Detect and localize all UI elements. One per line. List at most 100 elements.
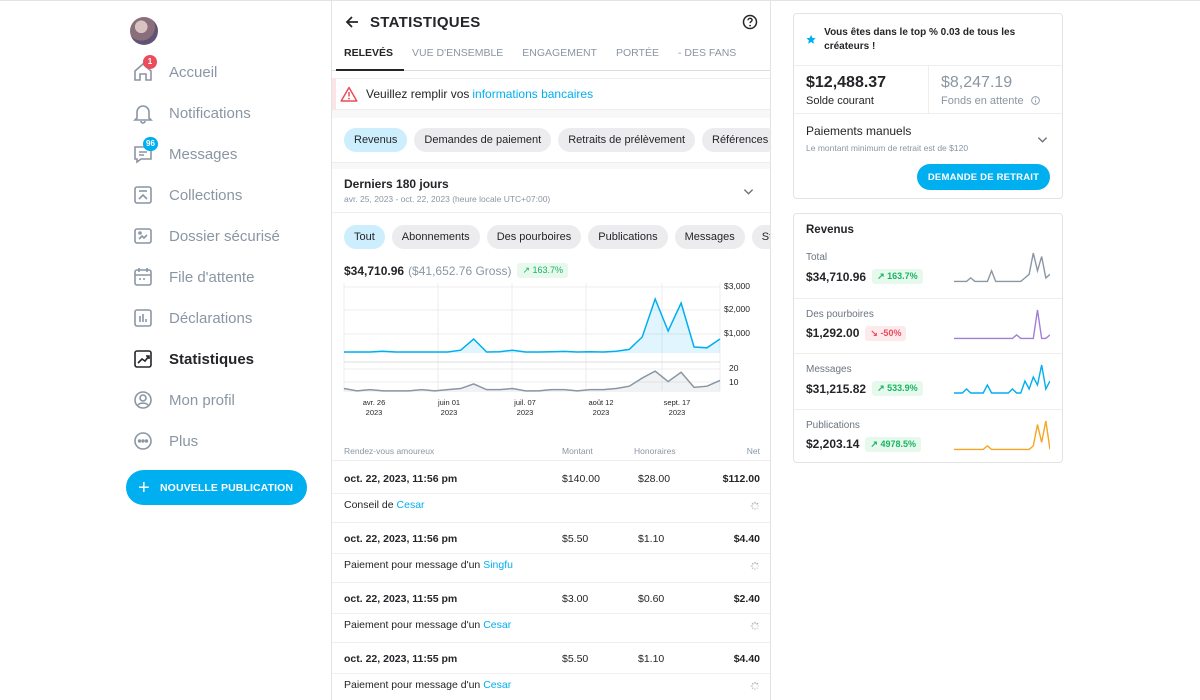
filter-chip-5[interactable]: Streams: [751, 225, 770, 249]
vault-icon: [132, 225, 154, 247]
manual-payments[interactable]: Paiements manuels Le montant minimum de …: [794, 114, 1062, 163]
filter-chip-2[interactable]: Des pourboires: [486, 225, 582, 249]
sparkline-line: [954, 252, 1050, 283]
x-tick-year: 2023: [593, 408, 610, 417]
stats-icon: [132, 348, 154, 370]
sidebar-item-collections[interactable]: Collections: [132, 181, 242, 209]
sidebar-item-accueil[interactable]: 1 Accueil: [132, 55, 217, 86]
alert-text: Veuillez remplir vos: [366, 87, 470, 101]
filter-chip-1[interactable]: Abonnements: [391, 225, 480, 249]
info-icon[interactable]: [1030, 96, 1040, 105]
tx-date: oct. 22, 2023, 11:56 pm: [344, 473, 458, 485]
help-icon[interactable]: [742, 14, 758, 30]
filter-chips: Tout Abonnements Des pourboires Publication…: [332, 213, 770, 249]
divider: [332, 110, 770, 118]
more-icon: [132, 430, 154, 452]
chevron-down-icon: [1037, 137, 1048, 143]
tx-date: oct. 22, 2023, 11:56 pm: [344, 533, 458, 545]
back-arrow-icon[interactable]: [344, 14, 360, 30]
tx-user-link[interactable]: Cesar: [397, 499, 425, 511]
category-chip-2[interactable]: Retraits de prélèvement: [558, 128, 695, 152]
tab-4[interactable]: - DES FANS: [670, 43, 747, 70]
period-selector[interactable]: Derniers 180 jours avr. 25, 2023 - oct. …: [332, 169, 770, 213]
x-tick-label: juin 01: [437, 398, 460, 407]
pending-balance-value: $8,247.19: [941, 74, 1013, 91]
revenue-row[interactable]: Messages $31,215.82 ↗ 533.9%: [794, 353, 1062, 409]
sidebar-item-label: Statistiques: [169, 350, 255, 368]
sidebar-item-label: Notifications: [169, 104, 251, 122]
avatar[interactable]: [130, 17, 158, 45]
x-tick-label: avr. 26: [363, 398, 386, 407]
revenue-row[interactable]: Des pourboires $1,292.00 ↘ -50%: [794, 297, 1062, 354]
sidebar-item-file-d-attente[interactable]: File d'attente: [132, 263, 254, 291]
sidebar-item-notifications[interactable]: Notifications: [132, 99, 251, 127]
sidebar-item-mon-profil[interactable]: Mon profil: [132, 386, 235, 414]
manual-payments-note: Le montant minimum de retrait est de $12…: [806, 143, 969, 153]
change-badge: ↗ 163.7%: [872, 269, 923, 284]
table-row[interactable]: oct. 22, 2023, 11:56 pm $140.00 $28.00 $…: [332, 463, 770, 523]
sidebar: 1 Accueil Notifications 96 Messages Colle…: [126, 1, 326, 700]
pending-status-icon: [750, 621, 760, 631]
table-header: Rendez-vous amoureux Montant Honoraires …: [332, 441, 770, 461]
sidebar-item-dossier-sécurisé[interactable]: Dossier sécurisé: [132, 222, 280, 250]
home-icon: 1: [132, 55, 157, 83]
summary-line: $34,710.96 ($41,652.76 Gross) ↗ 163.7%: [332, 249, 770, 278]
table-row[interactable]: oct. 22, 2023, 11:55 pm $5.50 $1.10 $4.4…: [332, 643, 770, 700]
tx-net: $4.40: [733, 653, 760, 665]
category-chip-1[interactable]: Demandes de paiement: [414, 128, 552, 152]
new-post-button[interactable]: + NOUVELLE PUBLICATION: [126, 470, 307, 505]
top-creator-text: Vous êtes dans le top % 0.03 de tous les…: [824, 26, 1016, 52]
tx-date: oct. 22, 2023, 11:55 pm: [344, 653, 458, 665]
sparkline-line: [954, 364, 1050, 394]
tx-amount: $140.00: [562, 473, 600, 485]
change-value: 533.9%: [887, 383, 918, 393]
tab-3[interactable]: PORTÉE: [608, 43, 670, 70]
tx-user-link[interactable]: Singfu: [483, 559, 513, 571]
sidebar-item-messages[interactable]: 96 Messages: [132, 137, 237, 168]
page-title: STATISTIQUES: [370, 13, 481, 31]
sidebar-item-plus[interactable]: Plus: [132, 427, 198, 455]
table-row[interactable]: oct. 22, 2023, 11:55 pm $3.00 $0.60 $2.4…: [332, 583, 770, 643]
series-area: [344, 299, 720, 353]
revenue-value: $31,215.82: [806, 381, 867, 396]
tab-0[interactable]: RELEVÉS: [336, 43, 405, 71]
tab-2[interactable]: ENGAGEMENT: [514, 43, 608, 70]
withdraw-request-button[interactable]: DEMANDE DE RETRAIT: [917, 164, 1050, 190]
tab-1[interactable]: VUE D'ENSEMBLE: [404, 43, 514, 70]
pending-balance: $8,247.19 Fonds en attente: [928, 66, 1062, 113]
filter-chip-4[interactable]: Messages: [674, 225, 745, 249]
star-icon: [806, 34, 816, 44]
pending-label-text: Fonds en attente: [941, 95, 1024, 107]
divider: [332, 553, 770, 554]
sparkline: [954, 252, 1050, 283]
tx-net: $112.00: [722, 473, 760, 485]
calendar-icon: [132, 266, 154, 288]
tx-amount: $3.00: [562, 593, 589, 605]
pending-status-icon: [750, 561, 760, 571]
period-title: Derniers 180 jours: [344, 177, 449, 191]
tx-user-link[interactable]: Cesar: [483, 619, 511, 631]
bank-info-link[interactable]: informations bancaires: [472, 87, 593, 101]
sparkline: [954, 420, 1050, 450]
sparkline-line: [954, 309, 1050, 339]
statistics-panel: STATISTIQUES RELEVÉS VUE D'ENSEMBLE ENGAGE…: [331, 1, 771, 700]
revenue-row[interactable]: Total $34,710.96 ↗ 163.7%: [794, 242, 1062, 298]
category-chip-0[interactable]: Revenus: [344, 128, 408, 152]
filter-chip-0[interactable]: Tout: [344, 225, 385, 249]
sidebar-item-déclarations[interactable]: Déclarations: [132, 304, 252, 332]
profile-icon: [132, 389, 154, 411]
filter-chip-3[interactable]: Publications: [588, 225, 668, 249]
revenue-row[interactable]: Publications $2,203.14 ↗ 4978.5%: [794, 408, 1062, 465]
message-icon: 96: [132, 137, 158, 165]
y-tick-label: $3,000: [724, 281, 750, 291]
tx-user-link[interactable]: Cesar: [483, 679, 511, 691]
category-chips: Revenus Demandes de paiement Retraits de p…: [332, 118, 770, 163]
bell-icon: [132, 102, 154, 124]
divider: [332, 493, 770, 494]
category-chip-3[interactable]: Références: [702, 128, 770, 152]
sidebar-item-statistiques[interactable]: Statistiques: [132, 345, 254, 373]
table-row[interactable]: oct. 22, 2023, 11:56 pm $5.50 $1.10 $4.4…: [332, 523, 770, 583]
divider: [332, 613, 770, 614]
stats-tabs: RELEVÉS VUE D'ENSEMBLE ENGAGEMENT PORTÉE - D…: [332, 43, 770, 71]
sidebar-item-label: Collections: [169, 186, 243, 204]
